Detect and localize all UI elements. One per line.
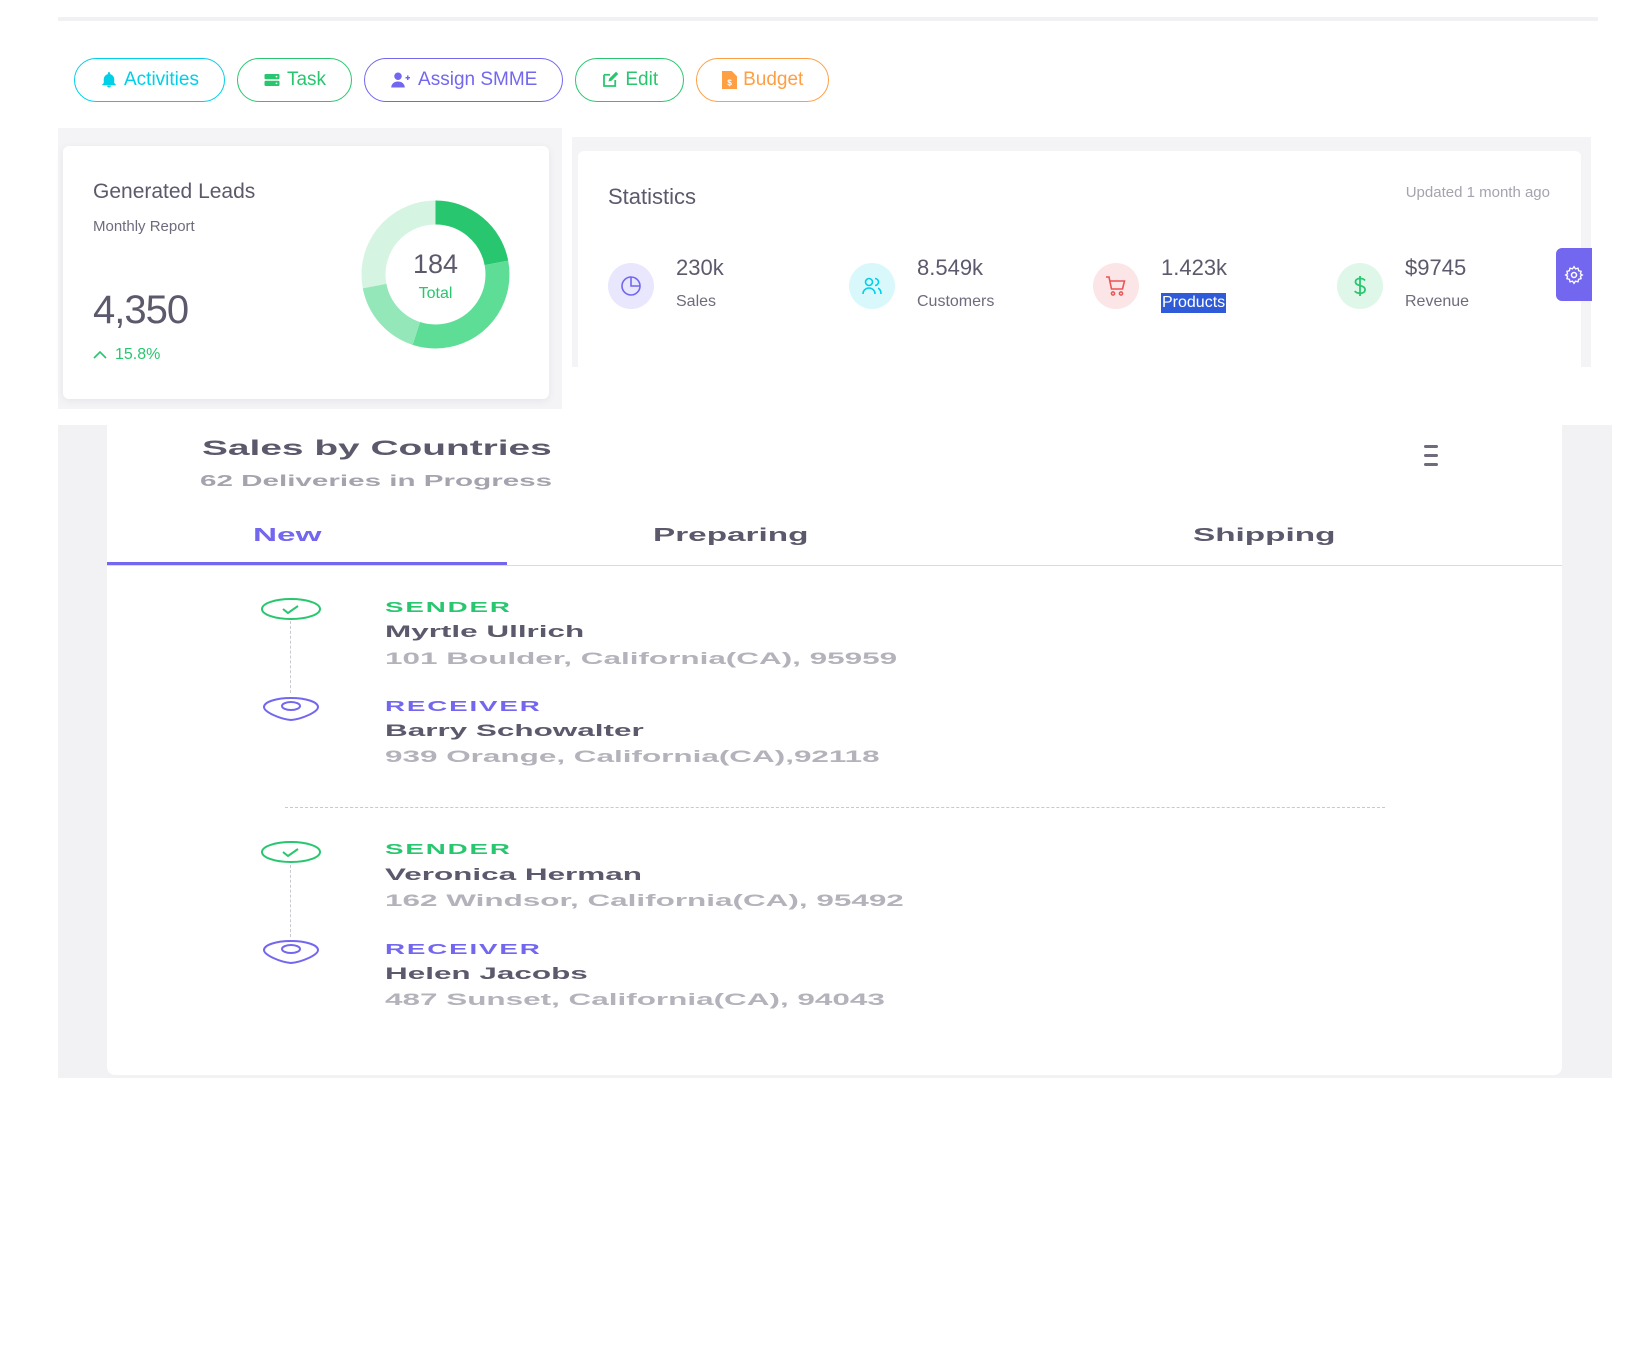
receiver-address: 939 Orange, California(CA),92118 — [385, 747, 880, 767]
settings-button[interactable] — [1556, 248, 1592, 301]
sales-title: Sales by Countries — [202, 437, 552, 461]
receiver-role-text: RECEIVER — [385, 698, 542, 715]
budget-label: Budget — [743, 69, 804, 90]
stat-sales: 230k Sales — [608, 255, 838, 315]
stat-customers-label: Customers — [917, 293, 995, 310]
tab-shipping[interactable]: Shipping — [1193, 525, 1335, 565]
sales-subtitle-text: 62 Deliveries in Progress — [200, 473, 553, 490]
user-plus-icon — [391, 72, 411, 88]
map-pin-icon — [262, 696, 320, 721]
budget-button[interactable]: $ Budget — [696, 58, 830, 102]
edit-label: Edit — [625, 69, 659, 90]
more-vertical-icon[interactable] — [1421, 441, 1441, 471]
stat-revenue-value: $9745 — [1405, 255, 1467, 280]
sales-title-text: Sales by Countries — [202, 437, 552, 460]
receiver-name-text: Helen Jacobs — [385, 964, 588, 983]
stat-revenue-label: Revenue — [1405, 293, 1470, 310]
task-button[interactable]: Task — [236, 58, 353, 102]
stat-products-value: 1.423k — [1161, 255, 1228, 280]
users-icon — [862, 277, 882, 295]
timeline-connector — [290, 621, 291, 693]
assign-smme-button[interactable]: Assign SMME — [364, 58, 564, 102]
leads-trend: 15.8% — [93, 346, 160, 364]
receiver-name-text: Barry Schowalter — [385, 721, 644, 740]
edit-button[interactable]: Edit — [575, 58, 685, 102]
sales-by-countries-card: Sales by Countries 62 Deliveries in Prog… — [107, 425, 1562, 1075]
leads-value: 4,350 — [93, 288, 189, 332]
stat-revenue-icon-wrap — [1337, 263, 1383, 309]
pie-chart-icon — [621, 276, 641, 296]
receiver-role: RECEIVER — [385, 941, 540, 958]
active-tab-indicator — [107, 562, 507, 565]
sender-address-text: 162 Windsor, California(CA), 95492 — [385, 891, 904, 910]
circle-check-icon — [261, 841, 321, 863]
stat-products-label: Products — [1161, 293, 1227, 313]
task-label: Task — [286, 69, 327, 90]
statistics-title: Statistics — [608, 184, 697, 209]
sender-address: 101 Boulder, California(CA), 95959 — [385, 649, 897, 669]
statistics-updated: Updated 1 month ago — [1405, 184, 1550, 201]
action-toolbar: Activities Task Assign SMME Edit $ Budge… — [74, 58, 830, 102]
receiver-role-text: RECEIVER — [385, 941, 542, 958]
leads-subtitle: Monthly Report — [93, 218, 195, 235]
top-divider — [58, 17, 1598, 21]
activities-label: Activities — [124, 69, 199, 90]
stat-customers-value: 8.549k — [917, 255, 984, 280]
svg-text:$: $ — [727, 78, 732, 87]
donut-label: Total — [418, 285, 453, 302]
timeline-connector — [290, 865, 291, 937]
chevron-up-icon — [93, 350, 107, 359]
assign-smme-label: Assign SMME — [418, 69, 538, 90]
sender-name-text: Myrtle Ullrich — [385, 622, 585, 641]
leads-trend-value: 15.8% — [115, 346, 161, 363]
map-pin-icon — [262, 939, 320, 964]
receiver-name: Helen Jacobs — [385, 964, 588, 984]
file-invoice-dollar-icon: $ — [722, 71, 738, 89]
stat-customers: 8.549k Customers — [849, 255, 1079, 315]
tab-preparing-label: Preparing — [653, 525, 809, 545]
sender-name: Veronica Herman — [385, 865, 642, 885]
sender-role: SENDER — [385, 599, 510, 616]
tab-new[interactable]: New — [253, 525, 321, 565]
delivery-divider — [285, 807, 1385, 808]
stat-revenue: $9745 Revenue — [1337, 255, 1567, 315]
sales-subtitle: 62 Deliveries in Progress — [200, 473, 552, 491]
sender-role: SENDER — [385, 841, 510, 858]
generated-leads-card: Generated Leads Monthly Report 4,350 15.… — [63, 146, 549, 399]
sender-name-text: Veronica Herman — [385, 865, 642, 884]
stat-products-icon-wrap — [1093, 263, 1139, 309]
tab-new-label: New — [253, 525, 322, 545]
circle-check-icon — [261, 598, 321, 620]
tab-shipping-label: Shipping — [1193, 525, 1336, 545]
delivery-tabs: New Preparing Shipping — [107, 525, 1562, 566]
receiver-address: 487 Sunset, California(CA), 94043 — [385, 990, 885, 1010]
shopping-cart-icon — [1106, 276, 1126, 296]
sender-address: 162 Windsor, California(CA), 95492 — [385, 891, 904, 911]
receiver-address-text: 487 Sunset, California(CA), 94043 — [385, 990, 885, 1009]
stat-sales-icon-wrap — [608, 263, 654, 309]
edit-icon — [603, 71, 619, 87]
sender-role-text: SENDER — [385, 841, 512, 858]
statistics-card: Statistics Updated 1 month ago 230k Sale… — [578, 151, 1581, 367]
sender-role-text: SENDER — [385, 599, 512, 616]
tab-preparing[interactable]: Preparing — [653, 525, 808, 565]
leads-donut-chart: 184 Total — [358, 197, 513, 352]
sender-name: Myrtle Ullrich — [385, 622, 584, 642]
sender-address-text: 101 Boulder, California(CA), 95959 — [385, 649, 898, 668]
stat-sales-label: Sales — [676, 293, 717, 310]
stat-products: 1.423k Products — [1093, 255, 1323, 315]
donut-total: 184 — [412, 249, 459, 279]
dollar-icon — [1354, 276, 1366, 296]
receiver-name: Barry Schowalter — [385, 721, 644, 741]
leads-title: Generated Leads — [93, 180, 256, 203]
stat-sales-value: 230k — [676, 255, 724, 280]
activities-button[interactable]: Activities — [74, 58, 225, 102]
receiver-address-text: 939 Orange, California(CA),92118 — [385, 747, 880, 766]
stat-customers-icon-wrap — [849, 263, 895, 309]
bell-icon — [102, 72, 116, 88]
gear-icon — [1564, 264, 1584, 285]
server-icon — [264, 74, 280, 86]
receiver-role: RECEIVER — [385, 698, 540, 715]
